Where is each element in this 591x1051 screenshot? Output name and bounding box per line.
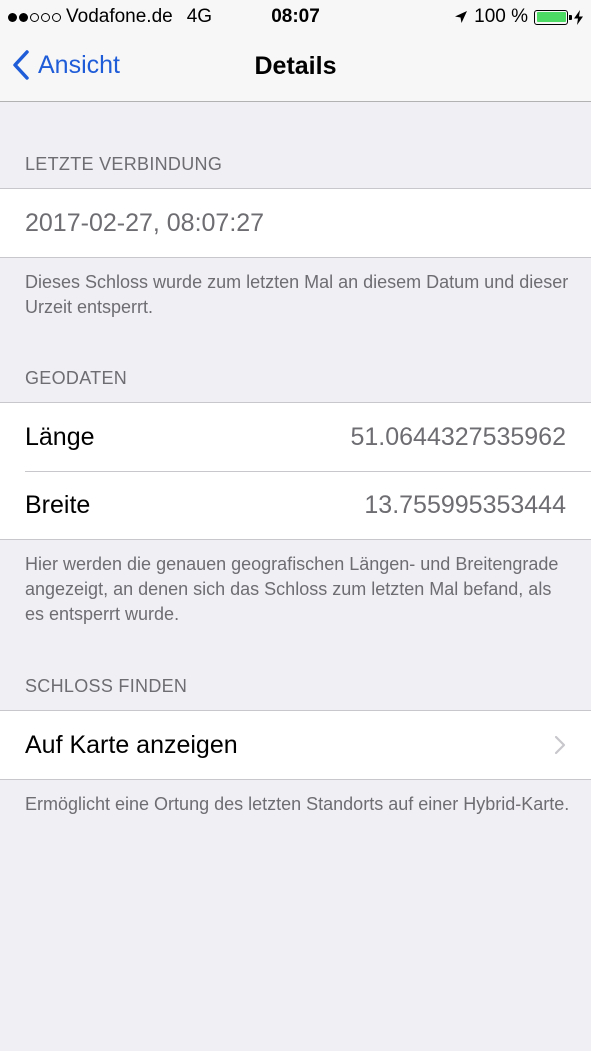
navigation-bar: Ansicht Details: [0, 34, 591, 102]
last-connection-group: 2017-02-27, 08:07:27: [0, 188, 591, 258]
longitude-value: 51.0644327535962: [350, 422, 566, 451]
longitude-label: Länge: [25, 422, 95, 451]
charging-bolt-icon: [574, 9, 583, 25]
find-lock-footer: Ermöglicht eine Ortung des letzten Stand…: [25, 794, 570, 814]
battery-icon: [534, 9, 572, 25]
last-connection-timestamp: 2017-02-27, 08:07:27: [25, 208, 265, 237]
longitude-row: Länge 51.0644327535962: [0, 403, 591, 471]
status-bar-right: 100 %: [454, 6, 583, 28]
section-header-geodata: GEODATEN: [25, 368, 128, 388]
chevron-right-icon: [554, 735, 566, 755]
battery-tip: [569, 14, 572, 20]
battery-percentage: 100 %: [474, 6, 528, 27]
last-connection-footer: Dieses Schloss wurde zum letzten Mal an …: [25, 272, 569, 317]
battery-level-fill: [536, 12, 566, 22]
geodata-group: Länge 51.0644327535962 Breite 13.7559953…: [0, 402, 591, 540]
geodata-footer: Hier werden die genauen geografischen Lä…: [25, 554, 559, 624]
last-connection-row: 2017-02-27, 08:07:27: [0, 189, 591, 257]
show-on-map-row[interactable]: Auf Karte anzeigen: [0, 711, 591, 779]
find-lock-group: Auf Karte anzeigen: [0, 710, 591, 780]
page-title: Details: [254, 52, 337, 80]
status-bar: Vodafone.de 4G 08:07 100 %: [0, 0, 591, 34]
show-on-map-label: Auf Karte anzeigen: [25, 730, 238, 759]
section-header-last-connection: LETZTE VERBINDUNG: [25, 154, 223, 174]
latitude-label: Breite: [25, 490, 91, 519]
section-header-find-lock: SCHLOSS FINDEN: [25, 676, 188, 696]
latitude-value: 13.755995353444: [364, 490, 566, 519]
location-arrow-icon: [455, 11, 468, 23]
latitude-row: Breite 13.755995353444: [0, 471, 591, 539]
